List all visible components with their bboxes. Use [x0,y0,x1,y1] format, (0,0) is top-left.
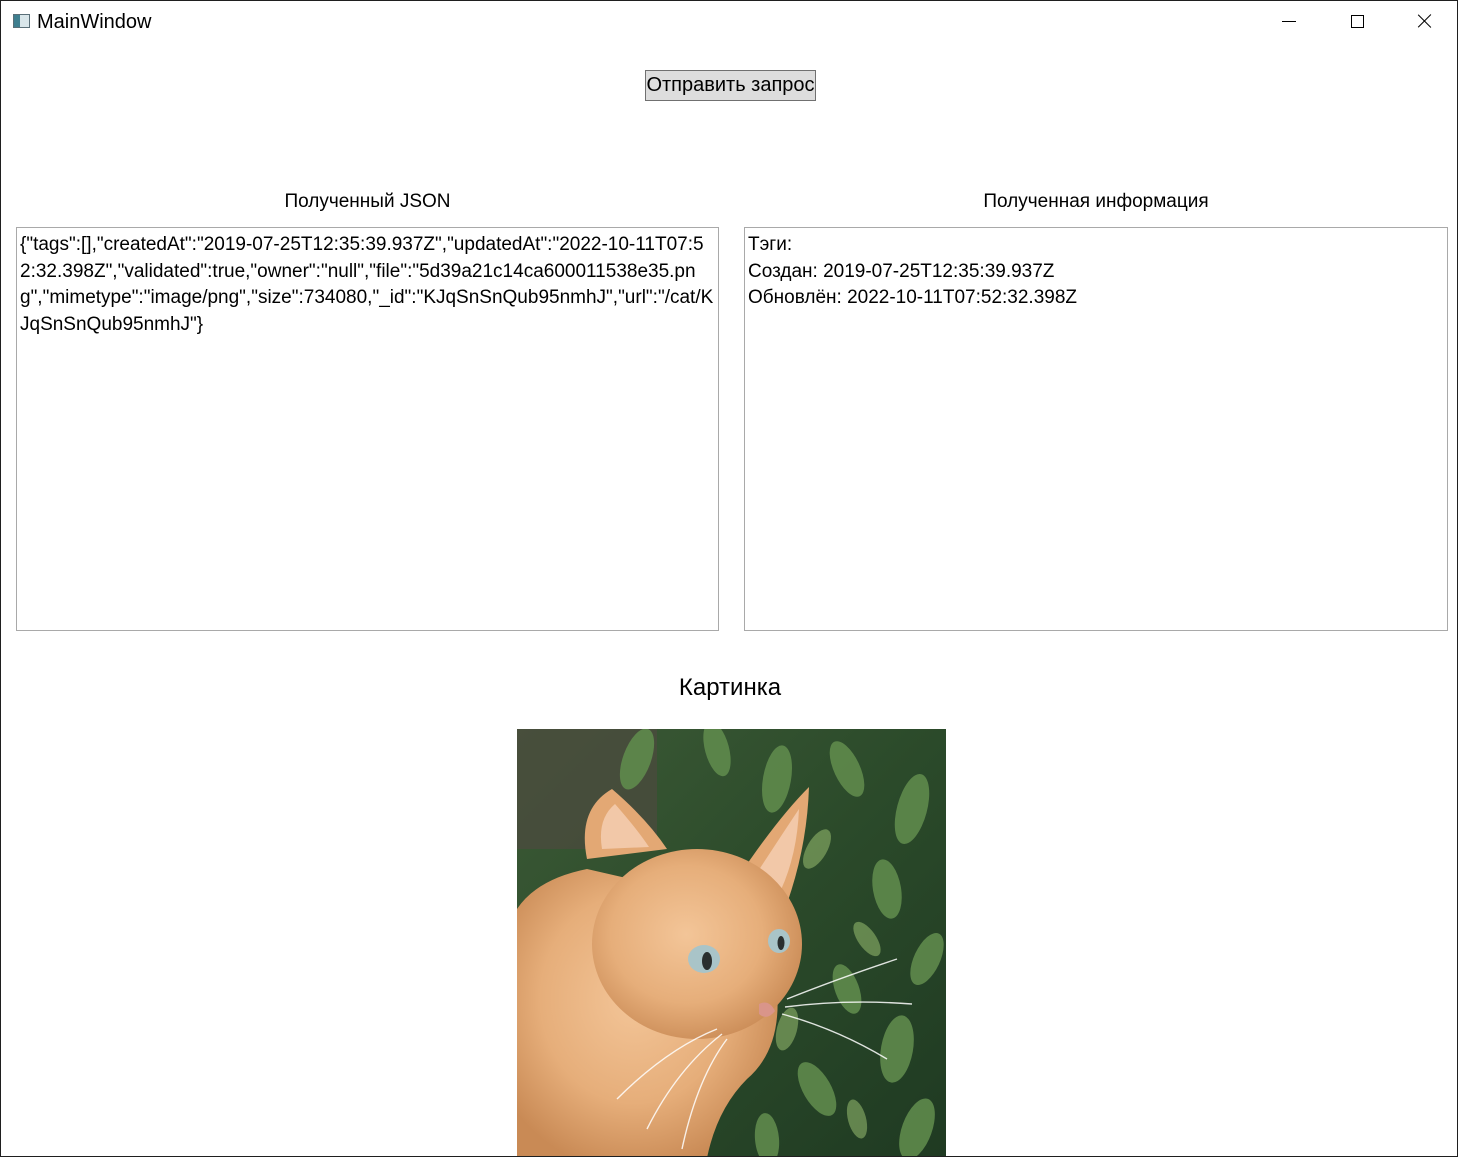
maximize-button[interactable] [1323,1,1391,41]
info-tags-line: Тэги: [748,234,793,255]
app-icon [13,14,30,28]
picture-title: Картинка [678,674,782,701]
close-icon [1418,14,1432,28]
cat-image [517,729,946,1156]
json-panel-title: Полученный JSON [284,191,451,212]
info-textbox[interactable]: Тэги: Создан: 2019-07-25T12:35:39.937Z О… [744,227,1448,631]
maximize-icon [1350,14,1364,28]
minimize-button[interactable] [1255,1,1323,41]
window-title: MainWindow [37,11,152,33]
title-bar[interactable]: MainWindow [1,1,1457,45]
minimize-icon [1282,20,1296,22]
info-updated-line: Обновлён: 2022-10-11T07:52:32.398Z [748,287,1078,308]
info-created-line: Создан: 2019-07-25T12:35:39.937Z [748,260,1055,282]
json-textbox[interactable]: {"tags":[],"createdAt":"2019-07-25T12:35… [16,227,719,631]
info-panel-title: Полученная информация [983,191,1209,212]
main-window: MainWindow Отправить запрос Полученный J… [0,0,1458,1157]
send-request-button[interactable]: Отправить запрос [645,70,816,101]
close-button[interactable] [1391,1,1457,41]
